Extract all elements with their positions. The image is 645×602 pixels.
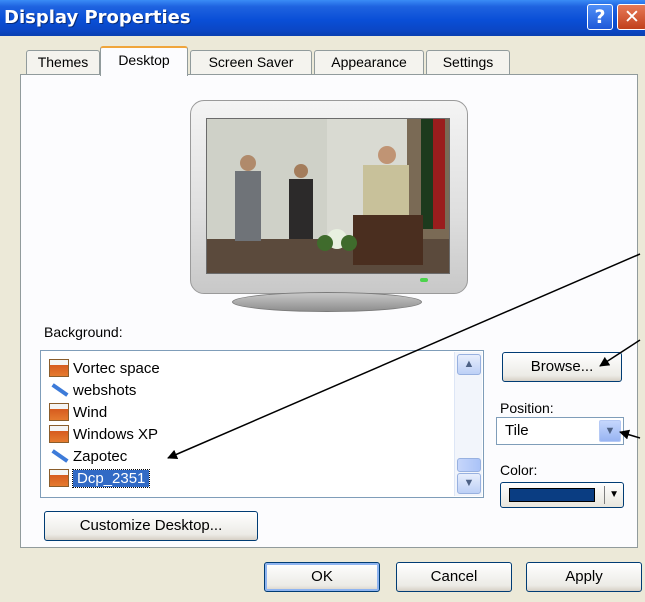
list-item[interactable]: webshots [49,379,136,401]
ok-button[interactable]: OK [264,562,380,592]
position-select[interactable]: Tile ▼ [496,417,624,445]
tab-settings[interactable]: Settings [426,50,510,74]
position-label: Position: [500,400,554,416]
list-item[interactable]: Windows XP [49,423,158,445]
scroll-thumb[interactable] [457,458,481,472]
window-title: Display Properties [4,7,191,28]
position-value: Tile [505,422,529,439]
list-item[interactable]: Wind [49,401,107,423]
shortcut-icon [49,447,69,465]
close-button[interactable]: ✕ [617,4,645,30]
title-bar[interactable]: Display Properties ? ✕ [0,0,645,36]
scroll-up-icon[interactable]: ▲ [457,354,481,375]
apply-button[interactable]: Apply [526,562,642,592]
tab-desktop[interactable]: Desktop [100,46,188,76]
tab-appearance[interactable]: Appearance [314,50,424,74]
image-file-icon [49,359,69,377]
shortcut-icon [49,381,69,399]
color-label: Color: [500,462,538,478]
image-file-icon [49,469,69,487]
display-properties-window: Display Properties ? ✕ Themes Desktop Sc… [0,0,645,602]
power-led [420,278,428,282]
list-item[interactable]: Zapotec [49,445,127,467]
tab-themes[interactable]: Themes [26,50,100,74]
image-file-icon [49,425,69,443]
monitor-stand [232,292,422,312]
cancel-button[interactable]: Cancel [396,562,512,592]
background-list-scrollbar[interactable]: ▲ ▼ [454,352,482,496]
list-item-selected[interactable]: Dcp_2351 [49,467,151,489]
color-picker-button[interactable]: ▼ [500,482,624,508]
tab-screen-saver[interactable]: Screen Saver [190,50,312,74]
wallpaper-preview-image [206,118,450,274]
chevron-down-icon[interactable]: ▼ [599,420,621,442]
background-label: Background: [44,324,123,340]
list-item[interactable]: Vortec space [49,357,160,379]
scroll-down-icon[interactable]: ▼ [457,473,481,494]
browse-button[interactable]: Browse... [502,352,622,382]
color-swatch [509,488,595,502]
background-list[interactable]: Vortec space webshots Wind Windows XP Za… [40,350,484,498]
customize-desktop-button[interactable]: Customize Desktop... [44,511,258,541]
image-file-icon [49,403,69,421]
dropdown-arrow-icon: ▼ [604,486,619,504]
help-button[interactable]: ? [587,4,613,30]
